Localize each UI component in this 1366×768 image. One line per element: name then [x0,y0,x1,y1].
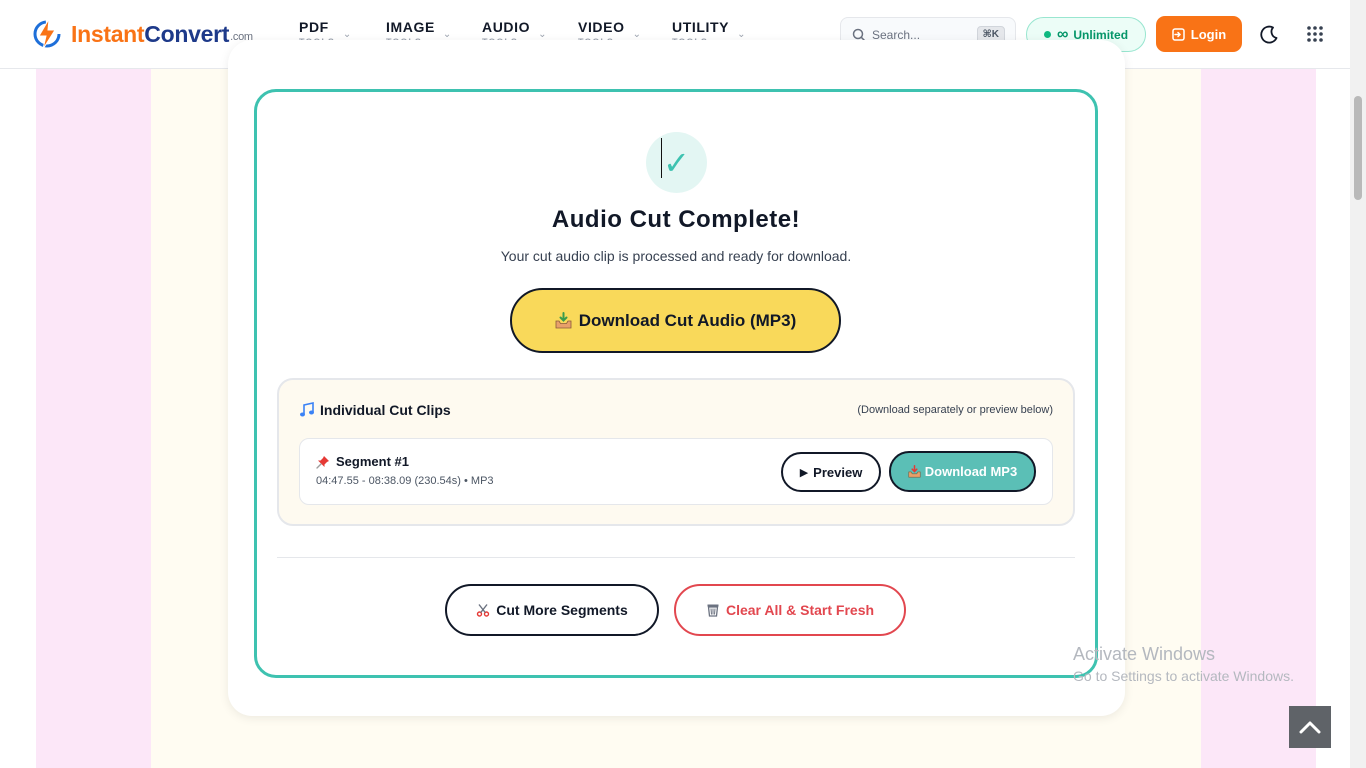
background-band-left [36,68,151,768]
download-cut-audio-button[interactable]: Download Cut Audio (MP3) [510,288,841,353]
success-badge: ✓ [646,132,707,193]
clear-all-button[interactable]: Clear All & Start Fresh [674,584,906,636]
login-button[interactable]: Login [1156,16,1242,52]
section-divider [277,557,1075,558]
nav-label: PDF [299,19,329,35]
clear-all-label: Clear All & Start Fresh [725,602,875,618]
lightning-bolt-icon [33,18,61,50]
chevron-down-icon: ⌄ [538,29,547,40]
logo-primary: Instant [71,20,145,47]
scissors-icon [477,604,490,617]
cut-clips-title: Individual Cut Clips [320,402,451,418]
inbox-tray-icon [555,312,572,329]
grid-dots-icon[interactable] [1306,25,1324,43]
inbox-tray-icon [908,465,921,478]
result-title: Audio Cut Complete! [551,206,801,233]
logo-text: InstantConvert.com [71,21,253,48]
chevron-down-icon: ⌄ [442,29,452,40]
login-arrow-icon [1172,27,1185,41]
preview-button[interactable]: ▶ Preview [781,452,881,492]
cut-more-segments-button[interactable]: Cut More Segments [445,584,659,636]
chevron-down-icon: ⌄ [632,29,641,40]
play-icon: ▶ [799,466,809,479]
pushpin-icon [316,455,329,469]
nav-label: IMAGE [386,19,435,35]
chevron-down-icon: ⌄ [737,29,746,40]
site-logo[interactable]: InstantConvert.com [32,16,253,52]
cut-clips-heading: Individual Cut Clips [299,402,451,418]
segment-meta: 04:47.55 - 08:38.09 (230.54s) • MP3 [316,475,494,487]
status-dot [1043,31,1051,38]
preview-label: Preview [813,464,863,480]
login-label: Login [1190,26,1227,42]
download-cut-audio-label: Download Cut Audio (MP3) [578,310,797,330]
check-icon: ✓ [663,144,690,181]
wastebasket-icon [707,604,719,617]
chevron-up-icon [1299,721,1321,734]
scroll-to-top-button[interactable] [1289,706,1331,748]
scrollbar-thumb[interactable] [1354,96,1362,200]
moon-icon[interactable] [1258,24,1280,46]
music-note-icon [300,402,314,417]
result-subtitle: Your cut audio clip is processed and rea… [500,248,852,264]
activate-windows-watermark: Activate Windows Go to Settings to activ… [1073,644,1294,684]
download-mp3-label: Download MP3 [924,464,1018,479]
logo-secondary: Convert [144,20,230,47]
cut-clips-hint: (Download separately or preview below) [857,404,1053,416]
nav-label: AUDIO [482,19,531,35]
chevron-down-icon: ⌄ [342,29,352,40]
cut-more-label: Cut More Segments [496,602,628,618]
nav-label: VIDEO [578,19,625,35]
segment-title: Segment #1 [336,454,409,469]
nav-label: UTILITY [672,19,730,35]
text-cursor [661,138,662,178]
download-mp3-button[interactable]: Download MP3 [889,451,1036,492]
watermark-line1: Activate Windows [1073,644,1216,664]
watermark-line2: Go to Settings to activate Windows. [1073,668,1294,684]
segment-heading: Segment #1 [316,454,409,469]
